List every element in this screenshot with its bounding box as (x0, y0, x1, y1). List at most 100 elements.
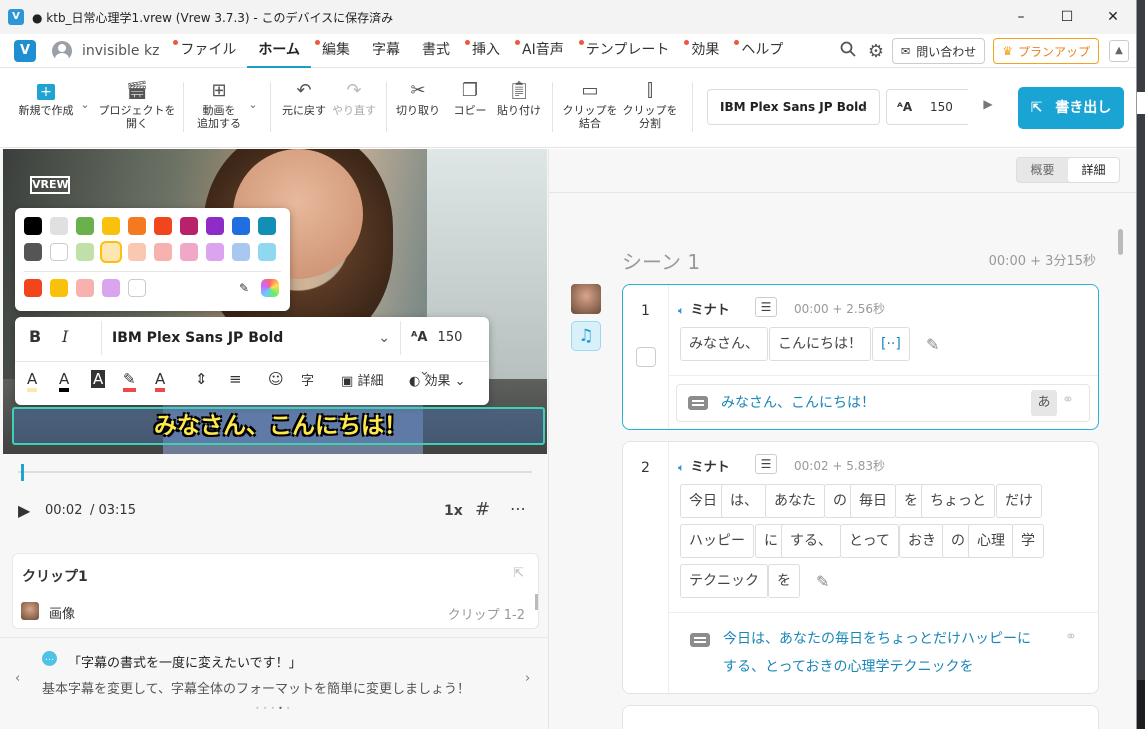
underline-color-icon[interactable]: A (155, 370, 166, 392)
speaker[interactable]: 🔈︎ ミナト (678, 299, 730, 318)
color-swatch[interactable] (232, 243, 250, 261)
word-token[interactable]: ハッピー (680, 524, 754, 558)
outline-color-icon[interactable]: A (59, 370, 70, 392)
voice-settings-icon[interactable]: ☰ (755, 454, 777, 474)
font-size-select[interactable]: ᴬA 150 (886, 89, 968, 125)
caption-selection-box[interactable]: みなさん、こんにちは！ (12, 407, 545, 445)
menu-home[interactable]: ホーム (247, 34, 312, 68)
word-token[interactable]: おき (899, 524, 945, 558)
caption-size-select[interactable]: ᴬA 150 ⌄ (411, 321, 485, 379)
open-external-icon[interactable]: ⇱ (513, 566, 524, 581)
menu-edit[interactable]: 編集 (311, 34, 361, 68)
subtitle-text-line-1[interactable]: 今日は、あなたの毎日をちょっとだけハッピーに (723, 625, 1031, 653)
export-button[interactable]: ⇱ 書き出し (1018, 87, 1124, 129)
background-color-icon[interactable]: A (91, 370, 106, 388)
menu-template[interactable]: テンプレート (575, 34, 681, 68)
color-swatch[interactable] (232, 217, 250, 235)
clip-checkbox[interactable] (636, 347, 656, 367)
word-token[interactable]: とって (840, 524, 899, 558)
speaker[interactable]: 🔈︎ ミナト (678, 456, 730, 475)
word-token[interactable]: 学 (1012, 524, 1044, 558)
pencil-icon[interactable]: ✎ (816, 572, 829, 591)
redo-button[interactable]: ↷ やり直す (330, 78, 378, 117)
color-swatch[interactable] (76, 217, 94, 235)
play-icon[interactable]: ▶ (18, 501, 30, 520)
voice-settings-icon[interactable]: ☰ (755, 297, 777, 317)
subtitle-text[interactable]: みなさん、こんにちは！ (721, 389, 875, 417)
transcript-scrollbar[interactable] (1118, 229, 1123, 255)
contact-button[interactable]: ✉ 問い合わせ (891, 38, 986, 64)
color-swatch[interactable] (24, 279, 42, 297)
close-button[interactable]: ✕ (1090, 0, 1136, 34)
new-project-dropdown[interactable]: ⌄ (78, 98, 92, 111)
maximize-button[interactable]: ☐ (1044, 0, 1090, 34)
detail-view-button[interactable]: 詳細 (1068, 158, 1119, 182)
plan-up-button[interactable]: ♛ プランアップ (993, 38, 1099, 64)
more-icon[interactable]: ⋯ (510, 499, 526, 518)
search-icon[interactable] (840, 41, 856, 61)
silence-token[interactable]: [··] (872, 327, 910, 361)
speed-button[interactable]: 1x (444, 503, 463, 519)
add-video-dropdown[interactable]: ⌄ (246, 98, 260, 111)
scene-thumbnail[interactable] (571, 284, 601, 314)
align-icon[interactable]: ≡ (229, 370, 242, 388)
word-token[interactable]: みなさん、 (680, 327, 768, 361)
color-swatch[interactable] (76, 279, 94, 297)
collapse-ribbon-button[interactable]: ▲ (1109, 40, 1129, 62)
custom-color-button[interactable] (261, 279, 279, 297)
clip-row-2[interactable]: 2 🔈︎ ミナト ☰ 00:02 + 5.83秒 今日 は、 あなた の 毎日 を… (622, 441, 1099, 694)
merge-clip-button[interactable]: ▭ クリップを 結合 (560, 78, 620, 130)
word-token[interactable]: こんにちは！ (769, 327, 871, 361)
timeline-track[interactable] (18, 471, 532, 473)
gear-icon[interactable]: ⚙ (868, 41, 884, 62)
add-video-button[interactable]: ⊞ 動画を 追加する (190, 78, 248, 130)
effect-button[interactable]: ◐ 効果 ⌄ (409, 370, 466, 389)
font-family-select[interactable]: IBM Plex Sans JP Bold ⌄ (707, 89, 880, 125)
word-token[interactable]: を (768, 564, 800, 598)
highlight-icon[interactable]: ✎ (123, 370, 136, 392)
color-swatch[interactable] (128, 279, 146, 297)
color-swatch[interactable] (102, 217, 120, 235)
link-icon[interactable]: ⚭ (1065, 629, 1077, 645)
word-token[interactable]: だけ (996, 484, 1042, 518)
ruby-icon[interactable]: 字 (301, 370, 314, 389)
color-swatch[interactable] (50, 217, 68, 235)
color-swatch[interactable] (206, 217, 224, 235)
eyedropper-icon[interactable]: ✎ (235, 279, 253, 297)
undo-button[interactable]: ↶ 元に戻す (280, 78, 328, 117)
music-note-icon[interactable]: ♫ (571, 321, 601, 351)
word-token[interactable]: する、 (781, 524, 841, 558)
word-token[interactable]: 心理 (968, 524, 1014, 558)
pencil-icon[interactable]: ✎ (926, 335, 939, 354)
chevron-left-icon[interactable]: ‹ (15, 671, 20, 686)
minimize-button[interactable]: – (998, 0, 1044, 34)
chevron-right-icon[interactable]: › (525, 671, 530, 686)
split-clip-button[interactable]: ⫿ クリップを 分割 (620, 78, 680, 130)
color-swatch[interactable] (50, 279, 68, 297)
word-token[interactable]: あなた (765, 484, 825, 518)
menu-file[interactable]: ファイル (169, 34, 247, 68)
user-account[interactable]: invisible kz (52, 40, 159, 61)
open-project-button[interactable]: 🎬︎ プロジェクトを 開く (96, 78, 178, 130)
summary-view-button[interactable]: 概要 (1017, 158, 1068, 182)
timeline-playhead[interactable] (21, 464, 24, 481)
color-swatch[interactable] (180, 217, 198, 235)
emoji-icon[interactable]: ☺ (268, 370, 284, 388)
word-token[interactable]: 今日 (680, 484, 726, 518)
color-swatch[interactable] (180, 243, 198, 261)
line-spacing-icon[interactable]: ⇕ (195, 370, 208, 388)
cut-button[interactable]: ✂ 切り取り (394, 78, 442, 117)
clip-scrollbar[interactable] (535, 594, 538, 610)
copy-button[interactable]: ❐ コピー (448, 78, 492, 117)
color-swatch[interactable] (102, 279, 120, 297)
color-swatch[interactable] (258, 243, 276, 261)
color-swatch[interactable] (206, 243, 224, 261)
color-swatch[interactable] (24, 243, 42, 261)
word-token[interactable]: テクニック (680, 564, 768, 598)
color-swatch[interactable] (102, 243, 120, 261)
color-swatch[interactable] (154, 243, 172, 261)
menu-ai-voice[interactable]: AI音声 (511, 34, 575, 68)
clip-row-3[interactable] (622, 705, 1099, 729)
link-icon[interactable]: ⚭ (1062, 392, 1074, 408)
caption-font-select[interactable]: IBM Plex Sans JP Bold ⌄ (101, 321, 401, 355)
